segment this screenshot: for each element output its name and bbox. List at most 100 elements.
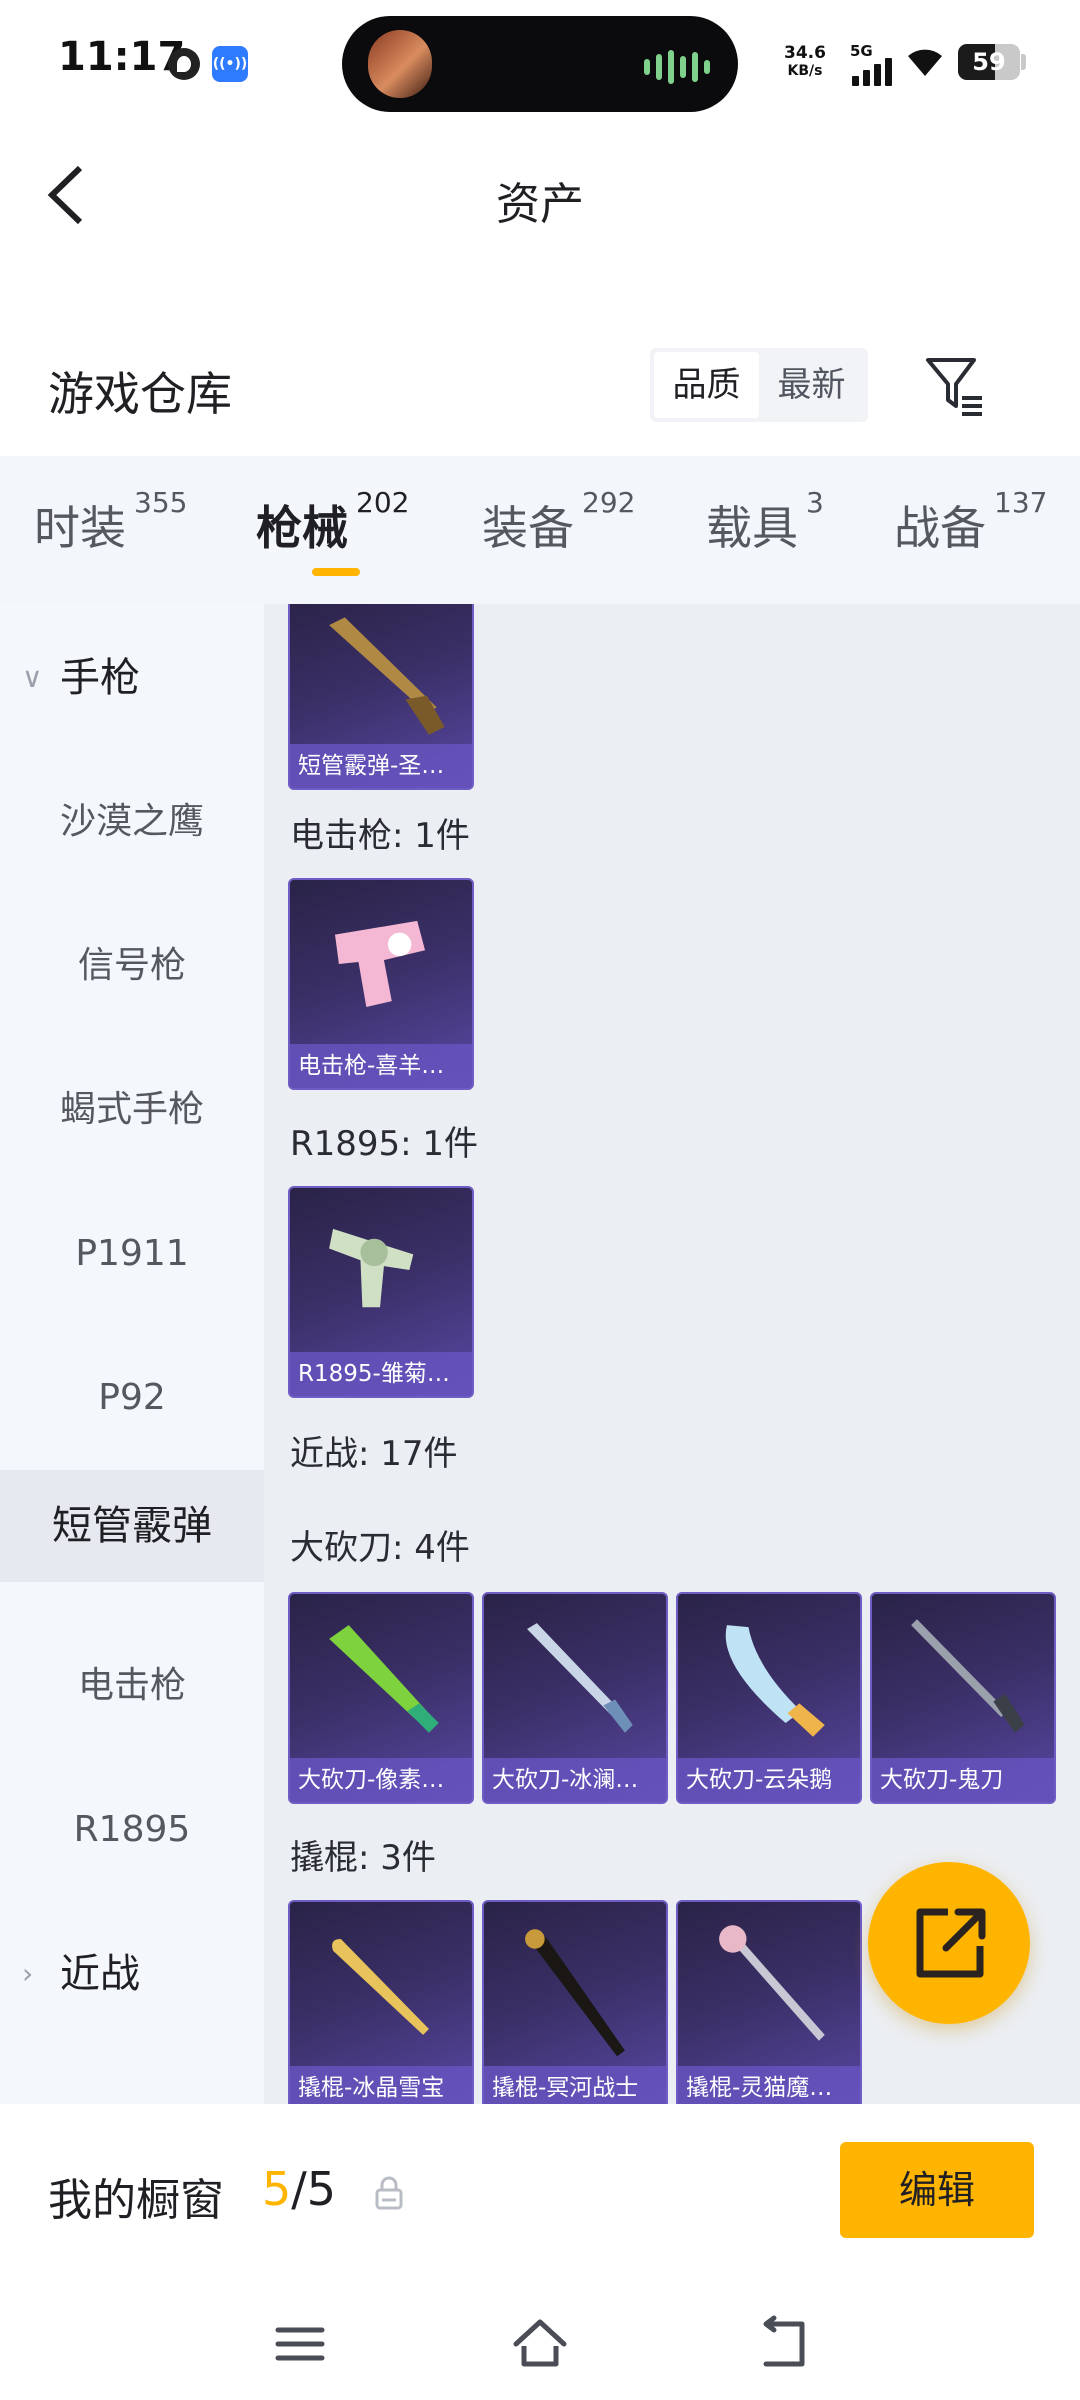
- item-card[interactable]: 短管霰弹-圣…: [288, 604, 474, 790]
- sidebar-item-skorpion[interactable]: 蝎式手枪: [0, 1060, 264, 1160]
- section-label: 近战: 17件: [290, 1434, 458, 1474]
- system-nav-bar: [0, 2294, 1080, 2400]
- section-label: R1895: 1件: [290, 1124, 479, 1164]
- showcase-count: 5/5: [262, 2162, 336, 2216]
- sidebar-item-flare-gun[interactable]: 信号枪: [0, 916, 264, 1016]
- net-speed-unit: KB/s: [787, 63, 823, 79]
- item-card[interactable]: 电击枪-喜羊…: [288, 878, 474, 1090]
- sidebar-item-stun-gun[interactable]: 电击枪: [0, 1636, 264, 1736]
- sort-quality-button[interactable]: 品质: [654, 352, 759, 418]
- shotgun-art: [329, 617, 445, 735]
- sidebar-item-desert-eagle[interactable]: 沙漠之鹰: [0, 772, 264, 872]
- machete-art: [725, 1625, 825, 1737]
- item-card[interactable]: 撬棍-冥河战士: [482, 1900, 668, 2104]
- sort-newest-button[interactable]: 最新: [759, 352, 864, 418]
- machete-art: [329, 1625, 439, 1733]
- item-caption: 撬棍-冰晶雪宝: [290, 2066, 472, 2104]
- revolver-art: [329, 1228, 414, 1308]
- page-title: 资产: [496, 179, 584, 230]
- sidebar-item-p92[interactable]: P92: [0, 1348, 264, 1448]
- crowbar-art: [719, 1925, 825, 2041]
- showcase-separator: /: [291, 2162, 307, 2216]
- tab-count: 137: [994, 486, 1048, 519]
- tab-vehicles[interactable]: 载具 3: [706, 486, 824, 558]
- showcase-total: 5: [306, 2162, 337, 2216]
- lock-icon: [375, 2176, 403, 2210]
- crowbar-art: [332, 1939, 429, 2035]
- sidebar-item-r1895[interactable]: R1895: [0, 1780, 264, 1880]
- share-external-icon: [916, 1908, 986, 1978]
- menu-icon[interactable]: [270, 2314, 330, 2374]
- section-label: 撬棍: 3件: [290, 1838, 436, 1878]
- dynamic-island[interactable]: [342, 16, 738, 112]
- signal-icon: [852, 58, 892, 86]
- sidebar-group-label: 手枪: [60, 655, 140, 701]
- tab-fashion[interactable]: 时装 355: [34, 486, 187, 558]
- item-caption: 电击枪-喜羊…: [290, 1044, 472, 1088]
- tab-count: 292: [582, 486, 636, 519]
- chevron-right-icon: ›: [22, 1957, 34, 1990]
- item-card[interactable]: 大砍刀-云朵鹅: [676, 1592, 862, 1804]
- item-card[interactable]: 大砍刀-鬼刀: [870, 1592, 1056, 1804]
- crowbar-art: [525, 1929, 625, 2057]
- nfc-icon: ((•)): [212, 46, 248, 82]
- app-notification-icon: [168, 48, 200, 80]
- showcase-bar: 我的橱窗 5/5 编辑: [0, 2104, 1080, 2294]
- warehouse-title: 游戏仓库: [48, 367, 232, 421]
- item-card[interactable]: 撬棍-灵猫魔…: [676, 1900, 862, 2104]
- tab-label: 载具: [706, 501, 798, 555]
- item-caption: 大砍刀-像素…: [290, 1758, 472, 1802]
- tab-label: 装备: [482, 501, 574, 555]
- edit-button[interactable]: 编辑: [840, 2142, 1034, 2238]
- item-caption: 大砍刀-云朵鹅: [678, 1758, 860, 1802]
- share-button[interactable]: [868, 1862, 1030, 2024]
- item-card[interactable]: 大砍刀-冰澜…: [482, 1592, 668, 1804]
- item-card[interactable]: 撬棍-冰晶雪宝: [288, 1900, 474, 2104]
- battery-tip: [1021, 54, 1026, 70]
- sidebar-group-pistols[interactable]: ∨ 手枪: [0, 628, 264, 728]
- home-icon[interactable]: [510, 2314, 570, 2374]
- tab-label: 枪械: [256, 501, 348, 555]
- showcase-current: 5: [262, 2162, 292, 2216]
- item-card[interactable]: R1895-雏菊…: [288, 1186, 474, 1398]
- active-tab-indicator: [312, 568, 360, 576]
- tab-count: 3: [806, 486, 824, 519]
- media-thumbnail: [368, 30, 432, 98]
- tab-label: 战备: [894, 501, 986, 555]
- sidebar-item-p1911[interactable]: P1911: [0, 1204, 264, 1304]
- item-caption: 撬棍-冥河战士: [484, 2066, 666, 2104]
- section-label: 电击枪: 1件: [290, 816, 470, 856]
- item-caption: 大砍刀-鬼刀: [872, 1758, 1054, 1802]
- tab-label: 时装: [34, 501, 126, 555]
- status-bar: 11:17 ((•)) 34.6 KB/s 5G 59: [0, 0, 1080, 120]
- item-caption: 大砍刀-冰澜…: [484, 1758, 666, 1802]
- warehouse-header: 游戏仓库 品质 最新: [0, 330, 1080, 450]
- machete-art: [911, 1619, 1025, 1733]
- battery-percent: 59: [972, 48, 1006, 76]
- tab-count: 355: [134, 486, 188, 519]
- net-speed-value: 34.6: [784, 43, 826, 63]
- sort-toggle: 品质 最新: [650, 348, 868, 422]
- item-card[interactable]: 大砍刀-像素…: [288, 1592, 474, 1804]
- item-caption: R1895-雏菊…: [290, 1352, 472, 1396]
- section-label: 大砍刀: 4件: [290, 1528, 470, 1568]
- tab-supplies[interactable]: 战备 137: [894, 486, 1047, 558]
- sidebar-item-sawed-off[interactable]: 短管霰弹: [0, 1470, 264, 1582]
- sidebar-group-melee[interactable]: › 近战: [0, 1924, 264, 2024]
- item-caption: 撬棍-灵猫魔…: [678, 2066, 860, 2104]
- chevron-down-icon: ∨: [22, 661, 43, 694]
- back-icon[interactable]: [752, 2314, 812, 2374]
- machete-art: [527, 1623, 633, 1733]
- status-time: 11:17: [58, 34, 186, 80]
- tab-count: 202: [356, 486, 410, 519]
- category-tabs: 时装 355 枪械 202 装备 292 载具 3 战备 137: [0, 456, 1080, 604]
- wifi-icon: [908, 49, 942, 76]
- filter-icon[interactable]: [924, 354, 986, 420]
- category-sidebar: ∨ 手枪 沙漠之鹰 信号枪 蝎式手枪 P1911 P92 短管霰弹 电击枪 R1…: [0, 604, 264, 2104]
- audio-wave-icon: [644, 50, 710, 84]
- tab-equipment[interactable]: 装备 292: [482, 486, 635, 558]
- battery-icon: 59: [958, 44, 1020, 80]
- stun-gun-art: [335, 920, 426, 1008]
- showcase-label: 我的橱窗: [48, 2175, 224, 2226]
- tab-firearms[interactable]: 枪械 202: [256, 486, 409, 558]
